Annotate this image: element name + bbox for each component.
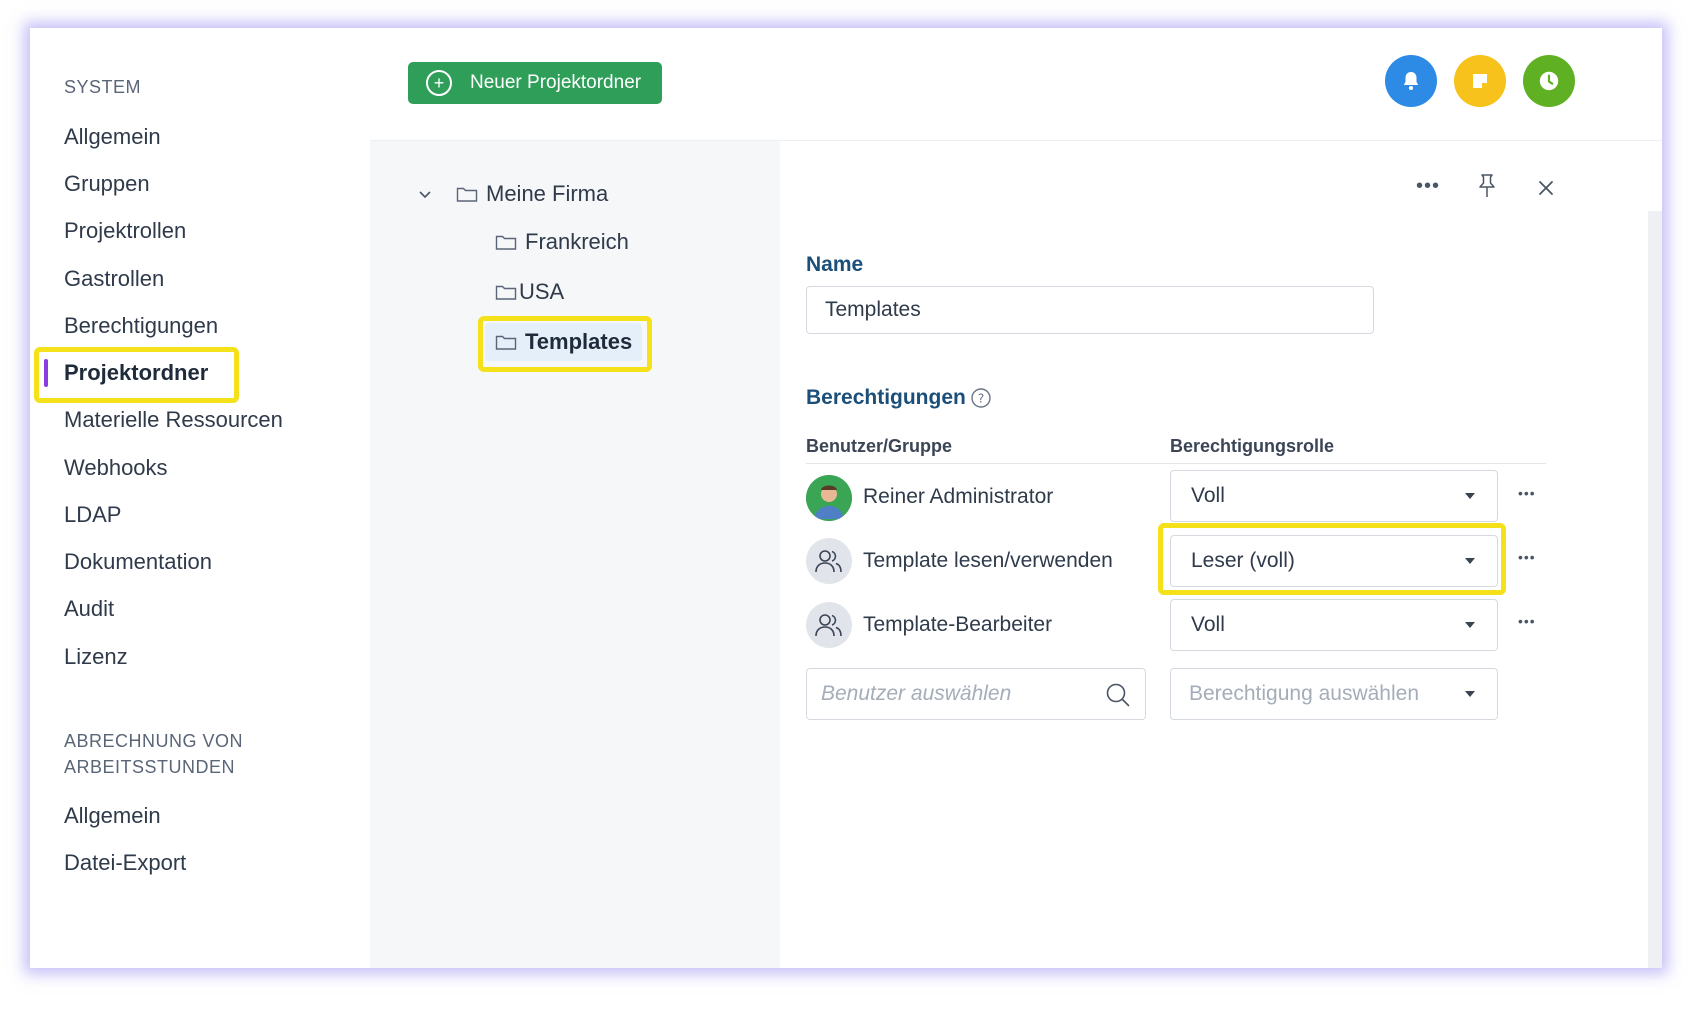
column-header-role: Berechtigungsrolle xyxy=(1170,436,1335,456)
avatar xyxy=(806,602,852,648)
sidebar-item-projektrollen[interactable]: Projektrollen xyxy=(64,216,186,246)
row-user-name: Template lesen/verwenden xyxy=(863,549,1113,572)
sidebar-section-system: SYSTEM xyxy=(64,77,142,97)
pin-icon[interactable] xyxy=(1476,173,1498,199)
close-icon[interactable] xyxy=(1536,178,1556,198)
new-project-folder-label: Neuer Projektordner xyxy=(470,72,642,93)
bell-icon xyxy=(1403,72,1419,90)
section-title-line2: ARBEITSSTUNDEN xyxy=(64,757,236,777)
tree-item-label: Meine Firma xyxy=(486,181,609,206)
permissions-label: Berechtigungen xyxy=(806,386,966,409)
sidebar-section-abrechnung: ABRECHNUNG VON ARBEITSSTUNDEN xyxy=(64,728,243,780)
sidebar-item-lizenz[interactable]: Lizenz xyxy=(64,642,128,672)
tree-item-meine-firma[interactable]: Meine Firma xyxy=(416,181,608,207)
row-user-name: Template-Bearbeiter xyxy=(863,613,1053,636)
sidebar-item-ldap[interactable]: LDAP xyxy=(64,500,121,530)
clock-icon xyxy=(1539,71,1559,91)
svg-text:?: ? xyxy=(978,392,984,406)
folder-icon xyxy=(495,285,517,300)
avatar xyxy=(806,475,852,521)
caret-down-icon xyxy=(1465,493,1475,499)
new-project-folder-button[interactable]: + Neuer Projektordner xyxy=(408,62,662,104)
highlight-role-select xyxy=(1158,523,1506,595)
sidebar: SYSTEM Allgemein Gruppen Projektrollen G… xyxy=(30,28,371,968)
notification-button[interactable] xyxy=(1385,55,1437,107)
user-photo-icon xyxy=(806,475,852,521)
tree-item-frankreich[interactable]: Frankreich xyxy=(495,229,629,255)
search-icon xyxy=(1106,683,1130,707)
caret-down-icon xyxy=(1465,622,1475,628)
time-tracking-button[interactable] xyxy=(1523,55,1575,107)
detail-panel: ••• Name Templates Berechtigungen ? Benu… xyxy=(780,141,1662,968)
group-icon xyxy=(815,550,842,573)
row-more-icon[interactable]: ••• xyxy=(1518,613,1536,629)
top-bar: + Neuer Projektordner xyxy=(370,28,1662,141)
folder-tree: Meine Firma Frankreich USA Templates xyxy=(370,141,780,968)
folder-icon xyxy=(495,235,517,250)
highlight-projektordner xyxy=(34,347,239,403)
sidebar-item-materielle-ressourcen[interactable]: Materielle Ressourcen xyxy=(64,405,283,435)
tree-item-usa[interactable]: USA xyxy=(495,279,564,305)
help-icon[interactable]: ? xyxy=(970,387,992,409)
sidebar-item-gruppen[interactable]: Gruppen xyxy=(64,169,150,199)
sidebar-item-allgemein-2[interactable]: Allgemein xyxy=(64,801,161,831)
scrollbar[interactable] xyxy=(1648,211,1662,968)
sidebar-item-webhooks[interactable]: Webhooks xyxy=(64,453,168,483)
role-select[interactable]: Voll xyxy=(1170,599,1498,651)
role-select-value: Voll xyxy=(1191,613,1225,636)
user-search-input[interactable]: Benutzer auswählen xyxy=(806,668,1146,720)
section-title-line1: ABRECHNUNG VON xyxy=(64,731,244,751)
row-more-icon[interactable]: ••• xyxy=(1518,549,1536,565)
notes-button[interactable] xyxy=(1454,55,1506,107)
sidebar-item-berechtigungen[interactable]: Berechtigungen xyxy=(64,311,218,341)
column-header-user: Benutzer/Gruppe xyxy=(806,436,953,456)
avatar xyxy=(806,538,852,584)
permission-select[interactable]: Berechtigung auswählen xyxy=(1170,668,1498,720)
chevron-down-icon[interactable] xyxy=(416,185,434,203)
folder-icon xyxy=(456,187,478,202)
tree-item-label: USA xyxy=(519,279,565,304)
caret-down-icon xyxy=(1465,691,1475,697)
plus-circle-icon: + xyxy=(426,70,452,96)
note-icon xyxy=(1473,74,1487,88)
name-input-value: Templates xyxy=(825,298,921,321)
row-more-icon[interactable]: ••• xyxy=(1518,485,1536,501)
sidebar-item-datei-export[interactable]: Datei-Export xyxy=(64,848,186,878)
highlight-templates xyxy=(478,316,652,372)
tree-item-label: Frankreich xyxy=(525,229,629,254)
app-window: SYSTEM Allgemein Gruppen Projektrollen G… xyxy=(30,28,1662,968)
role-select[interactable]: Voll xyxy=(1170,470,1498,522)
sidebar-item-audit[interactable]: Audit xyxy=(64,594,114,624)
name-label: Name xyxy=(806,253,864,276)
permission-select-placeholder: Berechtigung auswählen xyxy=(1189,682,1419,705)
sidebar-item-gastrollen[interactable]: Gastrollen xyxy=(64,264,164,294)
sidebar-item-dokumentation[interactable]: Dokumentation xyxy=(64,547,212,577)
sidebar-item-allgemein[interactable]: Allgemein xyxy=(64,122,161,152)
header-divider xyxy=(806,463,1546,464)
name-input[interactable]: Templates xyxy=(806,286,1374,334)
group-icon xyxy=(815,614,842,637)
row-user-name: Reiner Administrator xyxy=(863,485,1054,508)
role-select-value: Voll xyxy=(1191,484,1225,507)
user-search-placeholder: Benutzer auswählen xyxy=(821,682,1012,705)
more-options-icon[interactable]: ••• xyxy=(1416,175,1440,198)
